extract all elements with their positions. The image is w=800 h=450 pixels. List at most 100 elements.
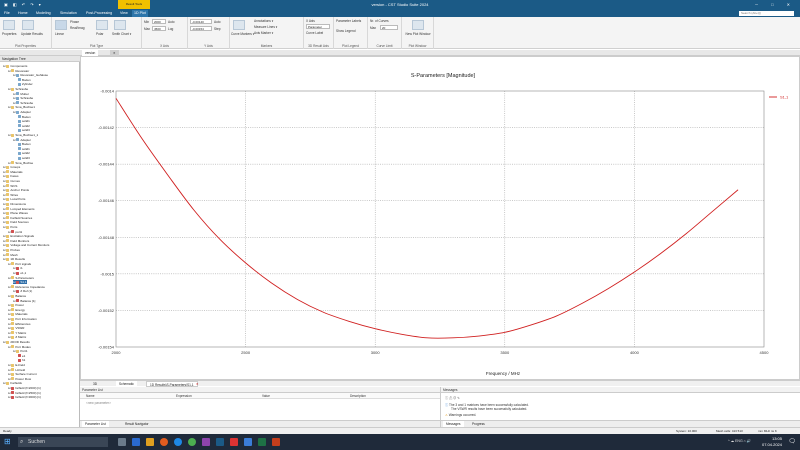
- measure-lines-button[interactable]: Measure Lines ▾: [254, 25, 277, 29]
- y-auto-checkbox[interactable]: Auto: [214, 20, 221, 24]
- y-max-input[interactable]: -0.00140: [190, 19, 212, 24]
- system-tray-icons[interactable]: ^ ☁ ENG ⌂ 🔊: [728, 439, 751, 443]
- tree-item[interactable]: ⊟ Balance [1]: [13, 299, 35, 303]
- tree-item[interactable]: solid2: [18, 124, 30, 128]
- tree-item[interactable]: ⊟ o1,1: [13, 271, 26, 275]
- update-results-icon[interactable]: [22, 20, 34, 30]
- tree-item[interactable]: ⊟ Faces: [3, 174, 19, 178]
- mail-app-icon[interactable]: [132, 438, 140, 446]
- tree-item[interactable]: solid1: [18, 147, 30, 151]
- tree-item[interactable]: e1: [18, 354, 25, 358]
- tree-item[interactable]: Boden: [18, 78, 31, 82]
- tree-item[interactable]: ⊟ VSWR: [8, 326, 24, 330]
- tree-item[interactable]: ⊟ farfield (f=2500) [1]: [8, 391, 41, 395]
- tree-item[interactable]: ⊟ Resonator: [8, 69, 29, 73]
- tree-item[interactable]: Boden: [18, 142, 31, 146]
- navigation-tree[interactable]: ⊟ Components ⊟ Resonator ⊟ Resonator_Gehäu…: [0, 62, 80, 429]
- tree-item[interactable]: ⊟ Voltage and Current Monitors: [3, 243, 49, 247]
- tree-item[interactable]: ⊟ Sma_Buchse1_1: [8, 133, 38, 137]
- tree-item[interactable]: ⊟ Anchor Points: [3, 188, 29, 192]
- tree-item[interactable]: ⊟ E-Field: [8, 363, 25, 367]
- search-input[interactable]: Search (Alt+Q): [739, 10, 794, 16]
- tree-item[interactable]: ⊟ Schraube: [13, 101, 33, 105]
- phase-button[interactable]: Phase: [70, 20, 79, 24]
- tree-item[interactable]: ⊟ Power: [8, 303, 24, 307]
- x-min-input[interactable]: 2000: [152, 19, 166, 24]
- tree-item[interactable]: ⊟ Port signals: [8, 262, 31, 266]
- excel-icon[interactable]: [258, 438, 266, 446]
- show-legend-checkbox[interactable]: Show Legend: [336, 29, 356, 33]
- real-imag-button[interactable]: Real/Imag: [70, 26, 85, 30]
- window-controls[interactable]: ─ □ ✕: [755, 2, 796, 7]
- curve-markers-icon[interactable]: [233, 20, 245, 30]
- tree-item[interactable]: ⊟ Sma_Buchse1: [8, 105, 35, 109]
- tree-item[interactable]: ⊟ Wires: [3, 193, 18, 197]
- messages-toolbar-icons[interactable]: ⓘ ⚠ ⊘ ✎: [445, 395, 460, 400]
- tree-item[interactable]: ⊟ Z Matrix: [8, 335, 26, 339]
- tree-item[interactable]: ⊟ Adapter: [13, 110, 31, 114]
- result-axis-select[interactable]: Parameter: [306, 24, 330, 29]
- menu-modeling[interactable]: Modeling: [36, 11, 51, 15]
- col-value[interactable]: Value: [262, 394, 270, 398]
- tree-item[interactable]: Zylinder: [18, 82, 33, 86]
- taskbar-search[interactable]: ⌕ Suchen: [18, 437, 108, 447]
- chrome-icon[interactable]: [188, 438, 196, 446]
- col-expression[interactable]: Expression: [176, 394, 192, 398]
- y-step-checkbox[interactable]: Step: [214, 27, 221, 31]
- tree-item[interactable]: ⊟ Farfields: [3, 381, 22, 385]
- tree-item[interactable]: ⊟ Materials: [3, 170, 23, 174]
- tree-item[interactable]: ⊟ Port Information: [8, 317, 37, 321]
- word-icon[interactable]: [244, 438, 252, 446]
- tree-item[interactable]: ⊟ S-Parameters: [8, 276, 34, 280]
- windows-start-icon[interactable]: ⊞: [4, 437, 11, 446]
- new-parameter-row[interactable]: <new parameter>: [86, 401, 111, 405]
- tree-item[interactable]: solid2: [18, 151, 30, 155]
- tree-item[interactable]: ⊟ Ports: [3, 225, 17, 229]
- tree-item[interactable]: ⊟ Materials: [8, 312, 28, 316]
- tree-item[interactable]: ⊟ Balance: [8, 294, 26, 298]
- powerpoint-icon[interactable]: [272, 438, 280, 446]
- tree-item[interactable]: ⊟ WCS: [3, 184, 17, 188]
- tree-item[interactable]: ⊟ Probes: [3, 248, 20, 252]
- firefox-icon[interactable]: [160, 438, 168, 446]
- tree-item[interactable]: solid3: [18, 156, 30, 160]
- task-view-icon[interactable]: [118, 438, 126, 446]
- parameter-list-body[interactable]: <new parameter>: [80, 399, 440, 420]
- properties-icon[interactable]: [3, 20, 15, 30]
- tree-item[interactable]: ⊟ Lumped Elements: [3, 207, 35, 211]
- menu-home[interactable]: Home: [18, 11, 28, 15]
- x-max-input[interactable]: 4500: [152, 26, 166, 31]
- curve-label-button[interactable]: Curve Label: [306, 31, 323, 35]
- teams-icon[interactable]: [202, 438, 210, 446]
- menu-1d-plot[interactable]: 1D Plot: [132, 10, 148, 17]
- tree-item[interactable]: Boden: [18, 115, 31, 119]
- y-min-input[interactable]: -0.00154: [190, 26, 212, 31]
- cst-studio-icon[interactable]: [216, 438, 224, 446]
- tree-item[interactable]: ⊟ H-Field: [8, 368, 25, 372]
- col-name[interactable]: Name: [86, 394, 95, 398]
- s-parameter-chart[interactable]: S-Parameters [Magnitude] -0.0014 -0.00142…: [81, 57, 800, 381]
- tree-item[interactable]: ⊟ Schraube: [13, 96, 33, 100]
- tree-item[interactable]: ⊟ Reference Impedance: [8, 285, 45, 289]
- tree-item[interactable]: ⊟ Mesh: [3, 253, 18, 257]
- notification-icon[interactable]: 🗨: [788, 438, 796, 445]
- x-log-checkbox[interactable]: Log: [168, 27, 173, 31]
- tree-item[interactable]: ⊟ Dimensions: [3, 202, 26, 206]
- menu-simulation[interactable]: Simulation: [60, 11, 77, 15]
- tree-item[interactable]: ⊟ Schraube: [8, 87, 28, 91]
- parameter-labels-button[interactable]: Parameter Labels: [336, 19, 361, 23]
- polar-icon[interactable]: [96, 20, 108, 30]
- tree-item[interactable]: ⊟ Port1: [13, 349, 28, 353]
- tree-item[interactable]: ⊟ Groups: [3, 165, 20, 169]
- tree-item[interactable]: ⊟ Field Sources: [3, 220, 29, 224]
- tree-item[interactable]: ⊟ 1D Results: [3, 257, 25, 261]
- tree-item[interactable]: ⊟ 2D/3D Results: [3, 340, 30, 344]
- plot-window[interactable]: S-Parameters [Magnitude] -0.0014 -0.00142…: [80, 56, 800, 380]
- tree-item[interactable]: ⊟ Surface Current: [8, 372, 37, 376]
- tree-item[interactable]: ⊟ Field Monitors: [3, 239, 29, 243]
- file-explorer-icon[interactable]: [146, 438, 154, 446]
- tree-item[interactable]: ⊟ Power Flow: [8, 377, 31, 381]
- tree-item[interactable]: ⊟ Y Matrix: [8, 331, 26, 335]
- tree-item[interactable]: ⊟ Excitation Signals: [3, 234, 34, 238]
- tree-item[interactable]: ⊟ Curves: [3, 179, 20, 183]
